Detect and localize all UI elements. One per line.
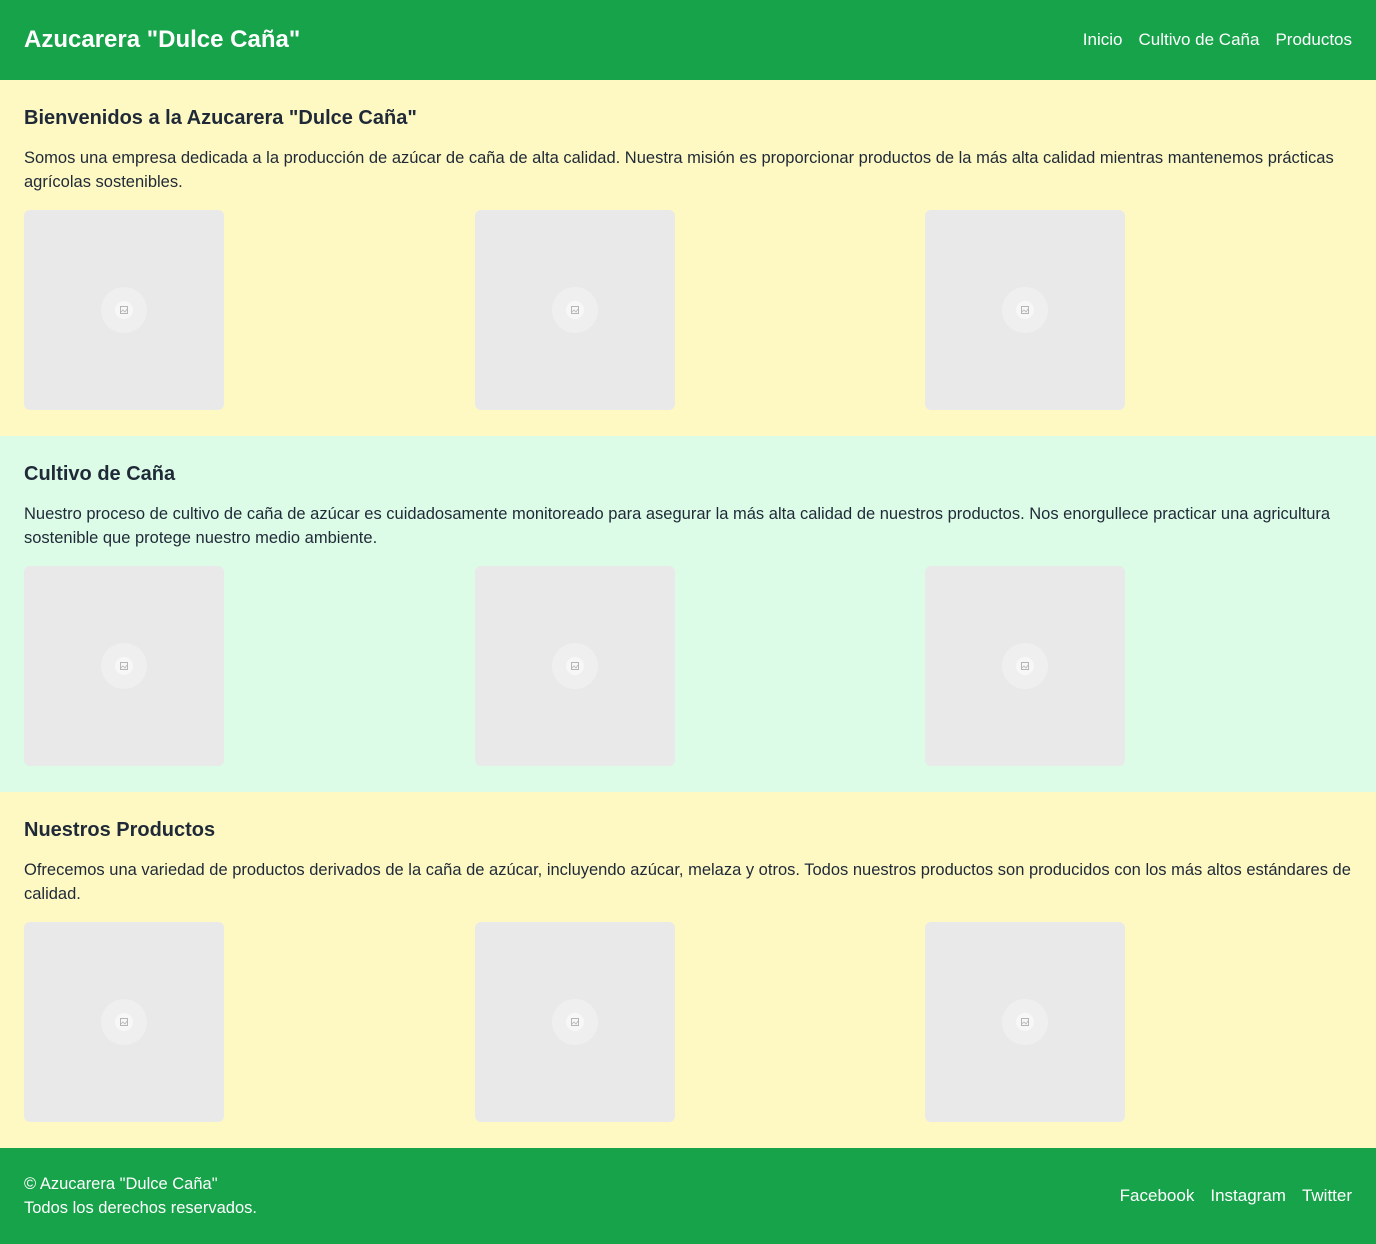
nav-link-inicio[interactable]: Inicio xyxy=(1083,30,1123,50)
site-footer: © Azucarera "Dulce Caña" Todos los derec… xyxy=(0,1148,1376,1244)
section-title: Cultivo de Caña xyxy=(24,463,176,485)
image-gallery xyxy=(24,922,1352,1122)
nav-link-productos[interactable]: Productos xyxy=(1275,30,1352,50)
section-cultivo: Cultivo de Caña Nuestro proceso de culti… xyxy=(0,436,1376,792)
image-placeholder-icon xyxy=(551,643,598,689)
gallery-image xyxy=(925,210,1126,410)
gallery-image xyxy=(474,210,675,410)
image-placeholder-icon xyxy=(1002,287,1049,333)
section-bienvenidos: Bienvenidos a la Azucarera "Dulce Caña" … xyxy=(0,80,1376,436)
footer-copyright: © Azucarera "Dulce Caña" xyxy=(24,1175,218,1193)
twitter-link[interactable]: Twitter xyxy=(1302,1186,1352,1206)
section-title: Bienvenidos a la Azucarera "Dulce Caña" xyxy=(24,107,417,129)
footer-info: © Azucarera "Dulce Caña" Todos los derec… xyxy=(24,1172,257,1220)
gallery-image xyxy=(24,210,224,410)
gallery-image xyxy=(474,922,675,1122)
section-title: Nuestros Productos xyxy=(24,819,216,841)
gallery-image xyxy=(925,922,1126,1122)
site-brand[interactable]: Azucarera "Dulce Caña" xyxy=(24,26,300,54)
social-links: Facebook Instagram Twitter xyxy=(1120,1186,1352,1206)
gallery-image xyxy=(474,566,675,766)
facebook-link[interactable]: Facebook xyxy=(1120,1186,1195,1206)
section-text: Somos una empresa dedicada a la producci… xyxy=(24,149,1334,191)
image-placeholder-icon xyxy=(101,643,147,689)
gallery-image xyxy=(925,566,1126,766)
nav-link-cultivo[interactable]: Cultivo de Caña xyxy=(1138,30,1259,50)
image-placeholder-icon xyxy=(1002,999,1049,1045)
section-text: Nuestro proceso de cultivo de caña de az… xyxy=(24,505,1331,547)
instagram-link[interactable]: Instagram xyxy=(1210,1186,1286,1206)
image-placeholder-icon xyxy=(101,287,147,333)
section-productos: Nuestros Productos Ofrecemos una varieda… xyxy=(0,792,1376,1148)
image-gallery xyxy=(24,210,1352,410)
image-placeholder-icon xyxy=(551,287,598,333)
gallery-image xyxy=(24,922,224,1122)
site-header: Azucarera "Dulce Caña" Inicio Cultivo de… xyxy=(0,0,1376,80)
image-gallery xyxy=(24,566,1352,766)
image-placeholder-icon xyxy=(1002,643,1049,689)
section-text: Ofrecemos una variedad de productos deri… xyxy=(24,861,1351,903)
main-nav: Inicio Cultivo de Caña Productos xyxy=(1083,30,1352,50)
gallery-image xyxy=(24,566,224,766)
image-placeholder-icon xyxy=(101,999,147,1045)
image-placeholder-icon xyxy=(551,999,598,1045)
footer-rights: Todos los derechos reservados. xyxy=(24,1199,257,1217)
